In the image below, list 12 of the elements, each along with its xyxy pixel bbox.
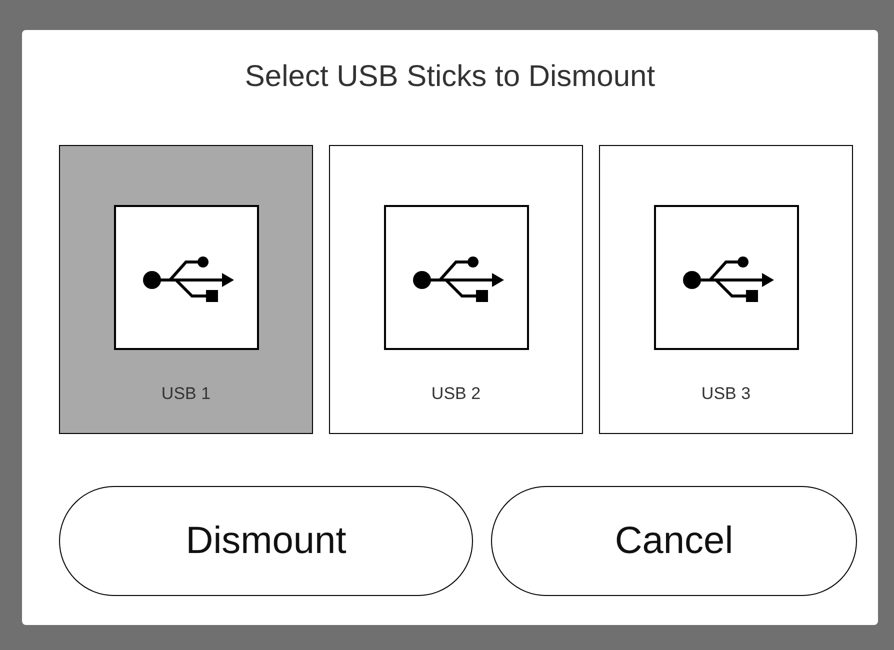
cancel-button[interactable]: Cancel: [491, 486, 857, 596]
usb-tile[interactable]: USB 3: [599, 145, 853, 434]
usb-icon: [114, 205, 258, 350]
usb-label: USB 3: [701, 384, 751, 404]
usb-label: USB 1: [161, 384, 211, 404]
usb-icon: [654, 205, 798, 350]
usb-tile[interactable]: USB 1: [59, 145, 313, 434]
usb-icon: [384, 205, 528, 350]
dialog-title: Select USB Sticks to Dismount: [244, 60, 656, 95]
usb-label: USB 2: [431, 384, 481, 404]
dismount-button[interactable]: Dismount: [59, 486, 473, 596]
usb-tile[interactable]: USB 2: [329, 145, 583, 434]
